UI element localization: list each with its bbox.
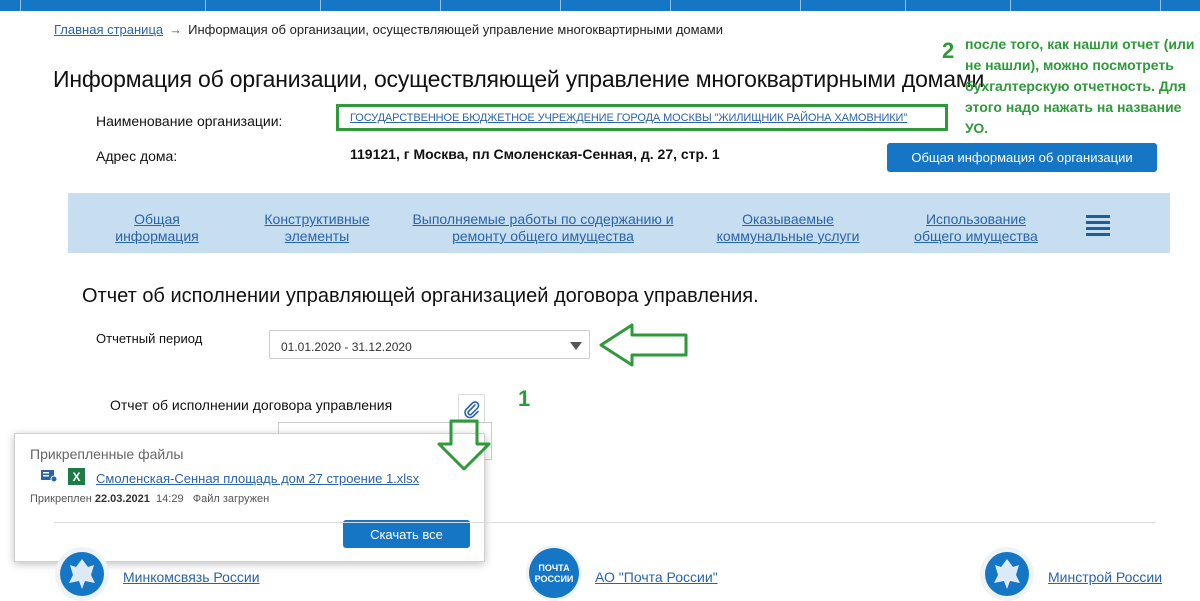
- chevron-down-icon: [570, 342, 582, 350]
- breadcrumb: Главная страница → Информация об организац…: [54, 22, 723, 37]
- signature-icon: [41, 470, 58, 483]
- nav-item-general[interactable]: Общая информация: [95, 211, 219, 245]
- attached-files-popup: Прикрепленные файлы X Смоленская-Сенная …: [14, 433, 485, 562]
- download-all-button[interactable]: Скачать все: [343, 520, 470, 548]
- annotation-note: после того, как нашли отчет (или не нашл…: [965, 36, 1195, 136]
- nav-item-works[interactable]: Выполняемые работы по содержанию и ремонт…: [412, 211, 674, 245]
- pochta-logo-icon: ПОЧТА РОССИИ: [526, 545, 582, 601]
- top-bar: [0, 0, 1200, 11]
- section-nav: Общая информация Конструктивные элементы …: [68, 193, 1170, 253]
- breadcrumb-arrow-icon: →: [169, 22, 183, 37]
- file-link[interactable]: Смоленская-Сенная площадь дом 27 строени…: [96, 471, 419, 486]
- annotation-arrow-down-icon: [437, 419, 491, 471]
- menu-icon[interactable]: [1086, 215, 1110, 239]
- nav-item-construction[interactable]: Конструктивные элементы: [257, 211, 377, 245]
- period-select[interactable]: 01.01.2020 - 31.12.2020: [269, 330, 590, 359]
- period-value: 01.01.2020 - 31.12.2020: [281, 340, 412, 354]
- footer-link-pochta[interactable]: АО "Почта России": [595, 569, 718, 585]
- annotation-number-1: 1: [518, 386, 531, 411]
- footer-divider: [54, 522, 1156, 523]
- period-label: Отчетный период: [96, 331, 203, 346]
- nav-item-utilities[interactable]: Оказываемые коммунальные услуги: [708, 211, 868, 245]
- contract-report-label: Отчет об исполнении договора управления: [110, 397, 393, 413]
- attached-files-title: Прикрепленные файлы: [30, 446, 184, 462]
- org-name-label: Наименование организации:: [96, 113, 283, 129]
- paperclip-icon: [463, 401, 479, 419]
- annotation-number-2: 2: [942, 38, 955, 63]
- minstroy-emblem-icon: [980, 547, 1034, 601]
- page-title: Информация об организации, осуществляюще…: [53, 66, 985, 92]
- minkomsvyaz-emblem-icon: [55, 547, 109, 601]
- breadcrumb-current: Информация об организации, осуществляюще…: [188, 22, 724, 37]
- footer-link-minkomsvyaz[interactable]: Минкомсвязь России: [123, 569, 260, 585]
- org-name-link[interactable]: ГОСУДАРСТВЕННОЕ БЮДЖЕТНОЕ УЧРЕЖДЕНИЕ ГОР…: [350, 112, 907, 124]
- report-title: Отчет об исполнении управляющей организа…: [82, 285, 759, 307]
- excel-icon: X: [68, 468, 85, 485]
- nav-item-common-property[interactable]: Использование общего имущества: [906, 211, 1046, 245]
- address-label: Адрес дома:: [96, 148, 178, 164]
- footer-link-minstroy[interactable]: Минстрой России: [1048, 569, 1162, 585]
- file-meta: Прикреплен 22.03.2021 14:29 Файл загруже…: [30, 493, 270, 505]
- address-value: 119121, г Москва, пл Смоленская-Сенная, …: [350, 146, 720, 162]
- breadcrumb-home-link[interactable]: Главная страница: [54, 22, 163, 37]
- general-info-button[interactable]: Общая информация об организации: [887, 143, 1157, 172]
- annotation-arrow-left-icon: [599, 323, 688, 367]
